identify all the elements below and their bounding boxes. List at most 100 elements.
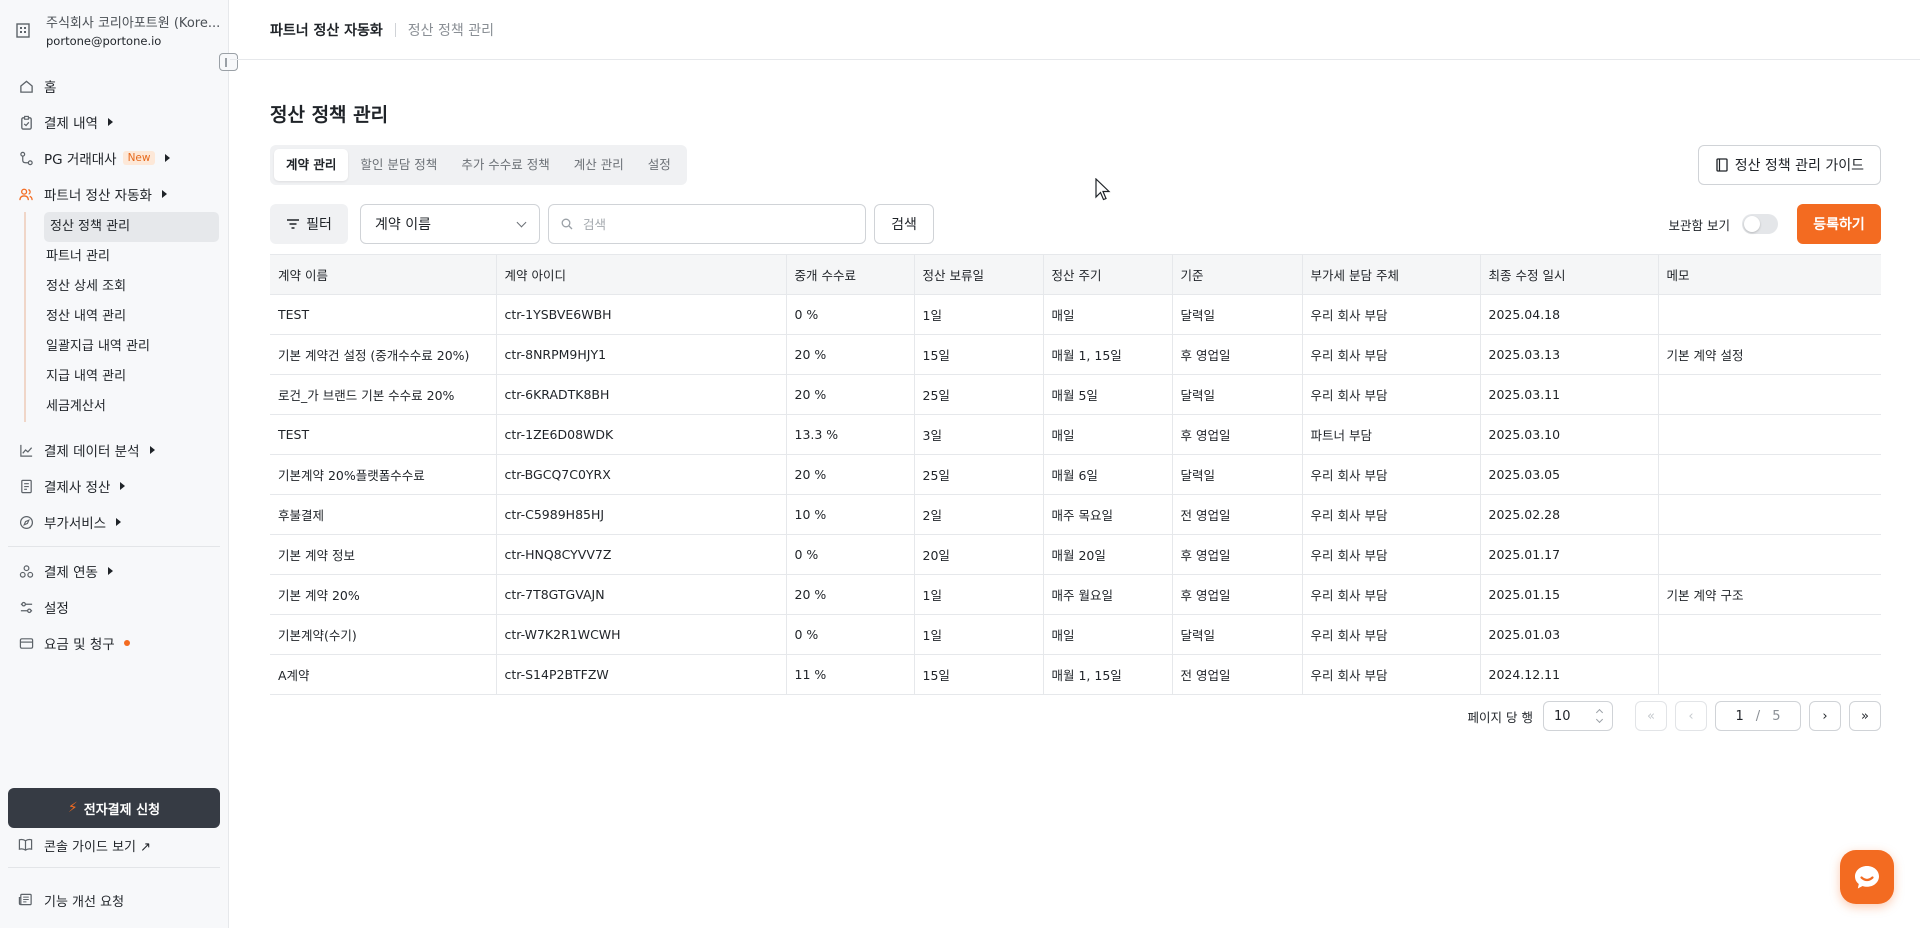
first-page-button[interactable]: « xyxy=(1635,701,1667,731)
sidebar-item-integration[interactable]: 결제 연동 xyxy=(0,553,228,589)
org-name: 주식회사 코리아포트원 (Kore... xyxy=(46,16,221,31)
cell-cycle: 매월 6일 xyxy=(1043,454,1173,495)
table-header-row: 계약 이름 계약 아이디 중개 수수료 정산 보류일 정산 주기 기준 부가세 분담 주체 최… xyxy=(270,254,1881,295)
table-row[interactable]: 기본 계약건 설정 (중개수수료 20%) ctr-8NRPM9HJY1 20 % 1… xyxy=(270,334,1881,375)
feature-request-link[interactable]: 기능 개선 요청 xyxy=(18,890,124,910)
partner-subnav: 정산 정책 관리 파트너 관리 정산 상세 조회 정산 내역 관리 일괄지급 내… xyxy=(24,212,228,422)
search-button[interactable]: 검색 xyxy=(874,204,934,244)
cell-cycle: 매월 20일 xyxy=(1043,534,1173,575)
archive-toggle[interactable] xyxy=(1742,214,1778,234)
breadcrumb-partner[interactable]: 파트너 정산 자동화 xyxy=(270,20,383,40)
cell-basis: 후 영업일 xyxy=(1172,414,1303,455)
shapes-icon xyxy=(18,563,34,579)
cell-updated-at: 2025.03.05 xyxy=(1480,454,1659,495)
cell-cycle: 매일 xyxy=(1043,414,1173,455)
git-compare-icon xyxy=(18,150,34,166)
search-input[interactable] xyxy=(583,216,843,232)
chat-support-button[interactable] xyxy=(1840,850,1894,904)
register-button[interactable]: 등록하기 xyxy=(1797,204,1881,244)
caret-right-icon xyxy=(120,482,126,490)
org-email: portone@portone.io xyxy=(46,34,162,48)
subnav-item-history[interactable]: 정산 내역 관리 xyxy=(24,302,228,332)
sidebar-item-partner[interactable]: 파트너 정산 자동화 xyxy=(0,176,228,212)
sidebar-item-billing[interactable]: 요금 및 청구 xyxy=(0,625,228,661)
table-row[interactable]: 기본계약 20%플랫폼수수료 ctr-BGCQ7C0YRX 20 % 25일 매월 6일… xyxy=(270,454,1881,495)
subnav-item-partners[interactable]: 파트너 관리 xyxy=(24,242,228,272)
table-row[interactable]: TEST ctr-1ZE6D08WDK 13.3 % 3일 매일 후 영업일 파트너 부담 2… xyxy=(270,414,1881,455)
rows-per-page-select[interactable]: 10 xyxy=(1543,701,1613,731)
tab-extra-fee[interactable]: 추가 수수료 정책 xyxy=(449,149,561,181)
policy-guide-button[interactable]: 정산 정책 관리 가이드 xyxy=(1697,145,1881,185)
sidebar-item-pg[interactable]: PG 거래대사 New xyxy=(0,140,228,176)
cell-basis: 달력일 xyxy=(1172,374,1303,415)
subnav-item-payout[interactable]: 지급 내역 관리 xyxy=(24,362,228,392)
chevron-down-icon xyxy=(516,217,527,228)
cell-memo xyxy=(1658,494,1881,535)
rows-per-page-label: 페이지 당 행 xyxy=(1467,709,1533,725)
prev-page-button[interactable]: ‹ xyxy=(1675,701,1707,731)
filter-button[interactable]: 필터 xyxy=(270,204,348,244)
subnav-item-details[interactable]: 정산 상세 조회 xyxy=(24,272,228,302)
subnav-item-tax-invoice[interactable]: 세금계산서 xyxy=(24,392,228,422)
page-indicator[interactable]: 1 / 5 xyxy=(1715,701,1801,731)
search-field-select[interactable]: 계약 이름 xyxy=(360,204,540,244)
cell-vat-bearer: 우리 회사 부담 xyxy=(1302,374,1481,415)
cell-commission: 20 % xyxy=(786,574,915,615)
cell-cycle: 매주 월요일 xyxy=(1043,574,1173,615)
tab-contracts[interactable]: 계약 관리 xyxy=(274,149,349,181)
sidebar-item-payments[interactable]: 결제 내역 xyxy=(0,104,228,140)
newspaper-icon xyxy=(18,892,34,908)
cell-memo xyxy=(1658,374,1881,415)
table-row[interactable]: 후불결제 ctr-C5989H85HJ 10 % 2일 매주 목요일 전 영업일 우리 회사… xyxy=(270,494,1881,535)
top-bar: 파트너 정산 자동화 정산 정책 관리 xyxy=(230,0,1920,60)
cell-cycle: 매월 1, 15일 xyxy=(1043,334,1173,375)
caret-right-icon xyxy=(116,518,122,526)
last-page-button[interactable]: » xyxy=(1849,701,1881,731)
cell-memo xyxy=(1658,294,1881,335)
table-row[interactable]: 기본 계약 20% ctr-7T8GTGVAJN 20 % 1일 매주 월요일 후 영업일… xyxy=(270,574,1881,615)
cell-contract-id: ctr-8NRPM9HJY1 xyxy=(496,334,787,375)
cell-cycle: 매일 xyxy=(1043,294,1173,335)
table-body: TEST ctr-1YSBVE6WBH 0 % 1일 매일 달력일 우리 회사 부담 2025… xyxy=(270,294,1881,695)
search-icon xyxy=(561,218,573,230)
tab-calculation[interactable]: 계산 관리 xyxy=(562,149,636,181)
chat-icon xyxy=(1855,866,1879,889)
cell-contract-name: 기본 계약 정보 xyxy=(270,534,497,575)
column-header-contract-name: 계약 이름 xyxy=(270,254,497,295)
cell-memo xyxy=(1658,534,1881,575)
next-page-button[interactable]: › xyxy=(1809,701,1841,731)
feature-request-label: 기능 개선 요청 xyxy=(44,894,125,910)
table-row[interactable]: 기본 계약 정보 ctr-HNQ8CYVV7Z 0 % 20일 매월 20일 후 영업일 우… xyxy=(270,534,1881,575)
sidebar-item-settlement[interactable]: 결제사 정산 xyxy=(0,468,228,504)
cell-updated-at: 2025.03.13 xyxy=(1480,334,1659,375)
sidebar-item-analytics[interactable]: 결제 데이터 분석 xyxy=(0,432,228,468)
column-header-basis: 기준 xyxy=(1172,254,1303,295)
sidebar-item-label: 요금 및 청구 xyxy=(44,637,115,653)
book-icon xyxy=(1716,158,1728,172)
pagination: 페이지 당 행 10 « ‹ 1 / 5 › » xyxy=(1468,701,1881,731)
sidebar-item-home[interactable]: 홈 xyxy=(0,68,228,104)
cell-commission: 13.3 % xyxy=(786,414,915,455)
apply-payment-button[interactable]: ⚡ 전자결제 신청 xyxy=(8,788,220,828)
console-guide-link[interactable]: 콘솔 가이드 보기 ↗ xyxy=(18,835,151,855)
sidebar-item-settings[interactable]: 설정 xyxy=(0,589,228,625)
cell-basis: 후 영업일 xyxy=(1172,574,1303,615)
mouse-cursor-icon xyxy=(1095,178,1111,201)
tab-settings[interactable]: 설정 xyxy=(636,149,683,181)
subnav-item-policy[interactable]: 정산 정책 관리 xyxy=(44,212,219,242)
cell-updated-at: 2025.01.03 xyxy=(1480,614,1659,655)
sidebar-item-addon[interactable]: 부가서비스 xyxy=(0,504,228,540)
table-row[interactable]: A계약 ctr-S14P2BTFZW 11 % 15일 매월 1, 15일 전 영업일 우리… xyxy=(270,654,1881,695)
tab-discount-share[interactable]: 할인 분담 정책 xyxy=(348,149,449,181)
column-header-hold-days: 정산 보류일 xyxy=(914,254,1044,295)
table-row[interactable]: 기본계약(수기) ctr-W7K2R1WCWH 0 % 1일 매일 달력일 우리 회사 부담… xyxy=(270,614,1881,655)
cell-contract-id: ctr-W7K2R1WCWH xyxy=(496,614,787,655)
caret-right-icon xyxy=(107,567,113,575)
subnav-item-bulk-payout[interactable]: 일괄지급 내역 관리 xyxy=(24,332,228,362)
policy-tabs: 계약 관리 할인 분담 정책 추가 수수료 정책 계산 관리 설정 xyxy=(270,145,687,185)
org-switcher[interactable]: 주식회사 코리아포트원 (Kore... portone@portone.io xyxy=(14,10,226,50)
breadcrumb-separator xyxy=(394,22,396,37)
cell-commission: 0 % xyxy=(786,294,915,335)
table-row[interactable]: TEST ctr-1YSBVE6WBH 0 % 1일 매일 달력일 우리 회사 부담 2025… xyxy=(270,294,1881,335)
table-row[interactable]: 로건_가 브랜드 기본 수수료 20% ctr-6KRADTK8BH 20 % 25일… xyxy=(270,374,1881,415)
